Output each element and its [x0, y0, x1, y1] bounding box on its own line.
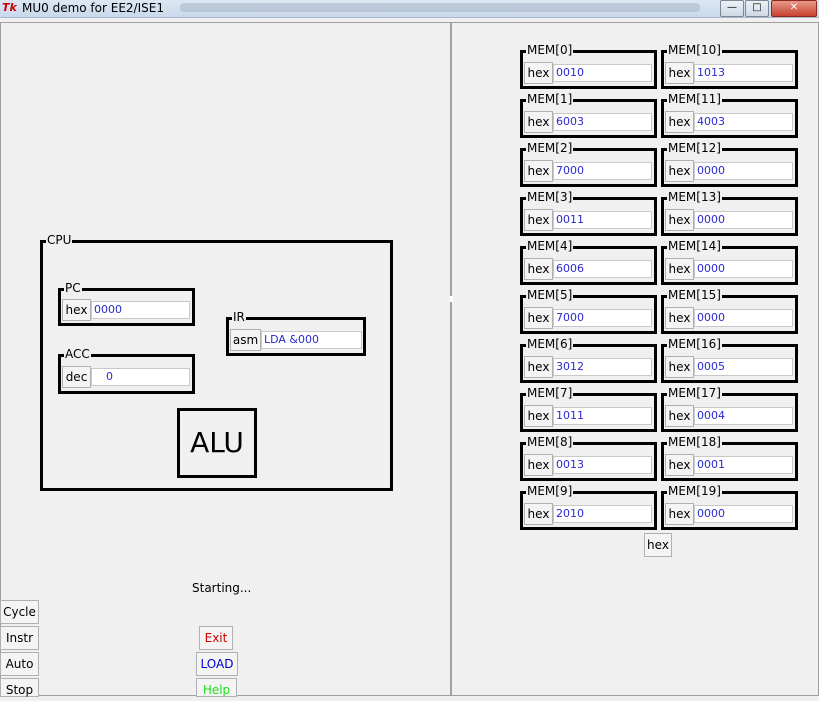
memory-cell-label: MEM[0] [526, 43, 574, 57]
memory-mode-button[interactable]: hex [524, 454, 553, 476]
pc-mode-button[interactable]: hex [62, 299, 91, 321]
memory-cell-label: MEM[18] [667, 435, 722, 449]
memory-cell-label: MEM[10] [667, 43, 722, 57]
memory-mode-button[interactable]: hex [665, 454, 694, 476]
memory-cell-label: MEM[2] [526, 141, 574, 155]
memory-cell-label: MEM[15] [667, 288, 722, 302]
title-bar: Tk MU0 demo for EE2/ISE1 — □ ✕ [0, 0, 819, 18]
acc-label: ACC [64, 347, 91, 361]
memory-mode-button[interactable]: hex [665, 62, 694, 84]
memory-value-field[interactable]: 0000 [694, 505, 793, 523]
maximize-button[interactable]: □ [745, 0, 769, 17]
memory-value-field[interactable]: 6006 [553, 260, 652, 278]
memory-cell-label: MEM[5] [526, 288, 574, 302]
memory-value-field[interactable]: 0001 [694, 456, 793, 474]
acc-value-field[interactable]: 0 [91, 368, 190, 386]
memory-cell-label: MEM[14] [667, 239, 722, 253]
memory-value-field[interactable]: 2010 [553, 505, 652, 523]
acc-mode-button[interactable]: dec [62, 366, 91, 388]
memory-cell-label: MEM[3] [526, 190, 574, 204]
memory-cell-label: MEM[13] [667, 190, 722, 204]
memory-mode-button[interactable]: hex [524, 62, 553, 84]
memory-mode-button[interactable]: hex [665, 503, 694, 525]
memory-cell-label: MEM[8] [526, 435, 574, 449]
memory-cell-label: MEM[7] [526, 386, 574, 400]
memory-cell-label: MEM[6] [526, 337, 574, 351]
memory-value-field[interactable]: 7000 [553, 162, 652, 180]
memory-cell-label: MEM[17] [667, 386, 722, 400]
memory-mode-button[interactable]: hex [524, 160, 553, 182]
ir-label: IR [232, 310, 246, 324]
memory-cell-label: MEM[16] [667, 337, 722, 351]
tk-logo-icon: Tk [2, 1, 17, 14]
title-bar-background [180, 3, 700, 12]
exit-button[interactable]: Exit [199, 626, 233, 650]
memory-value-field[interactable]: 7000 [553, 309, 652, 327]
memory-cell-label: MEM[4] [526, 239, 574, 253]
memory-mode-button[interactable]: hex [665, 258, 694, 280]
memory-mode-button[interactable]: hex [524, 405, 553, 427]
memory-mode-button[interactable]: hex [524, 258, 553, 280]
pane-divider-handle[interactable] [450, 296, 453, 302]
help-button[interactable]: Help [196, 678, 237, 697]
memory-cell-label: MEM[1] [526, 92, 574, 106]
pc-label: PC [64, 281, 82, 295]
memory-mode-button[interactable]: hex [665, 356, 694, 378]
memory-value-field[interactable]: 0000 [694, 260, 793, 278]
instr-button[interactable]: Instr [0, 626, 39, 650]
memory-value-field[interactable]: 1011 [553, 407, 652, 425]
maximize-icon: □ [752, 2, 762, 13]
memory-value-field[interactable]: 0005 [694, 358, 793, 376]
cycle-button[interactable]: Cycle [0, 600, 39, 624]
status-text: Starting... [192, 581, 252, 595]
close-icon: ✕ [789, 2, 799, 13]
memory-value-field[interactable]: 0000 [694, 162, 793, 180]
memory-mode-button[interactable]: hex [665, 209, 694, 231]
window-title: MU0 demo for EE2/ISE1 [22, 1, 164, 15]
memory-mode-button[interactable]: hex [665, 111, 694, 133]
memory-cell-label: MEM[9] [526, 484, 574, 498]
minimize-icon: — [727, 2, 737, 13]
memory-mode-button[interactable]: hex [524, 503, 553, 525]
auto-button[interactable]: Auto [0, 652, 39, 676]
memory-mode-button[interactable]: hex [665, 405, 694, 427]
memory-mode-button[interactable]: hex [524, 307, 553, 329]
memory-mode-button[interactable]: hex [665, 307, 694, 329]
memory-cell-label: MEM[19] [667, 484, 722, 498]
close-button[interactable]: ✕ [771, 0, 817, 17]
stop-button[interactable]: Stop [0, 678, 39, 697]
memory-mode-button[interactable]: hex [524, 356, 553, 378]
memory-mode-button[interactable]: hex [524, 111, 553, 133]
memory-mode-button[interactable]: hex [524, 209, 553, 231]
memory-value-field[interactable]: 0011 [553, 211, 652, 229]
memory-value-field[interactable]: 0004 [694, 407, 793, 425]
memory-cell-label: MEM[11] [667, 92, 722, 106]
memory-mode-button[interactable]: hex [665, 160, 694, 182]
pc-value-field[interactable]: 0000 [91, 301, 190, 319]
minimize-button[interactable]: — [720, 0, 744, 17]
ir-mode-button[interactable]: asm [230, 329, 261, 351]
memory-value-field[interactable]: 0013 [553, 456, 652, 474]
ir-value-field[interactable]: LDA &000 [261, 331, 362, 349]
memory-value-field[interactable]: 3012 [553, 358, 652, 376]
memory-value-field[interactable]: 0000 [694, 309, 793, 327]
memory-value-field[interactable]: 0010 [553, 64, 652, 82]
memory-value-field[interactable]: 4003 [694, 113, 793, 131]
memory-value-field[interactable]: 1013 [694, 64, 793, 82]
memory-value-field[interactable]: 6003 [553, 113, 652, 131]
load-button[interactable]: LOAD [196, 652, 238, 676]
memory-mode-button[interactable]: hex [644, 533, 672, 557]
memory-value-field[interactable]: 0000 [694, 211, 793, 229]
memory-cell-label: MEM[12] [667, 141, 722, 155]
cpu-label: CPU [46, 233, 73, 247]
alu-block: ALU [177, 408, 257, 478]
